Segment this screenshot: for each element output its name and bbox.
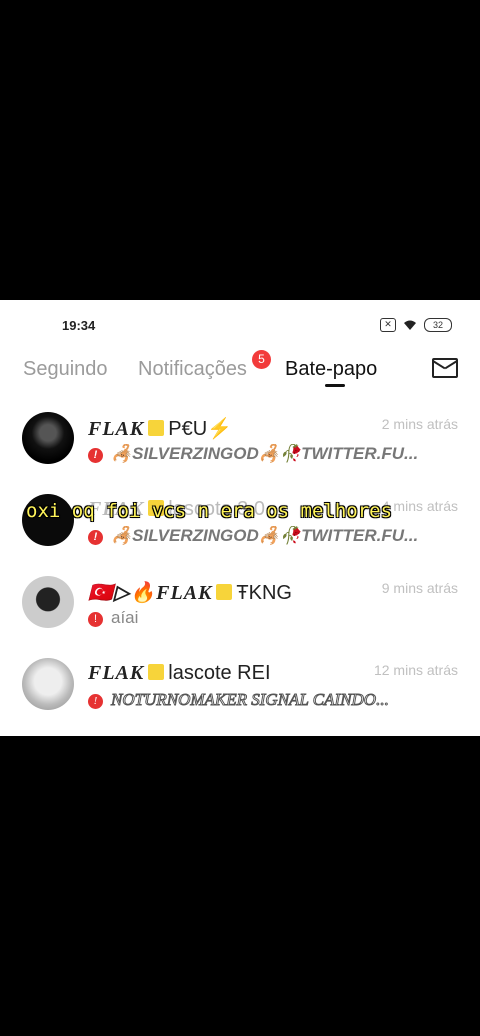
chat-preview: ! NOTURNOMAKER SIGNAL CAINDO... — [88, 690, 458, 710]
video-caption: oxi oq foi vcs n era os melhores — [26, 500, 393, 522]
tab-bate-papo[interactable]: Bate-papo — [285, 358, 377, 381]
chat-time: 12 mins atrás — [373, 662, 458, 678]
chat-preview: ! aíai — [88, 608, 458, 628]
status-icons: ✕ 32 — [380, 318, 452, 332]
active-tab-indicator — [325, 384, 345, 387]
chat-time: 2 mins atrás — [381, 416, 458, 432]
chat-item[interactable]: FLAK lascote REI 12 mins atrás ! NOTURNOMA… — [0, 646, 480, 728]
wifi-icon — [404, 320, 416, 330]
chat-preview: ! 🦂SILVERZINGOD🦂🥀TWITTER.FU... — [88, 526, 458, 546]
app-screen: 19:34 ✕ 32 Seguindo Notificações Bate-pa… — [0, 300, 480, 736]
chat-preview: ! 🦂SILVERZINGOD🦂🥀TWITTER.FU... — [88, 444, 458, 464]
tab-notificacoes[interactable]: Notificações — [138, 358, 247, 381]
flag-icon — [148, 420, 165, 436]
status-time: 19:34 — [62, 318, 96, 333]
chat-list: FLAK P€U⚡ 2 mins atrás ! 🦂SILVERZINGOD🦂🥀TW… — [0, 400, 480, 728]
status-bar: 19:34 ✕ 32 — [0, 318, 480, 338]
chat-name: FLAK lascote REI — [88, 662, 271, 684]
chat-time: 9 mins atrás — [381, 580, 458, 596]
avatar — [22, 412, 74, 464]
chat-name: 🇹🇷▷🔥FLAK ŦKNG — [88, 582, 292, 604]
unread-icon: ! — [88, 530, 103, 545]
unread-icon: ! — [88, 612, 103, 627]
mail-icon[interactable] — [432, 358, 458, 378]
chat-name: FLAK P€U⚡ — [88, 418, 233, 440]
tab-seguindo[interactable]: Seguindo — [23, 358, 108, 381]
flag-icon — [216, 584, 233, 600]
flag-icon — [148, 664, 165, 680]
notification-badge: 5 — [252, 350, 271, 369]
chat-item[interactable]: FLAK P€U⚡ 2 mins atrás ! 🦂SILVERZINGOD🦂🥀TW… — [0, 400, 480, 482]
unread-icon: ! — [88, 694, 103, 709]
chat-item[interactable]: FLAK lascote 3.0 4 mins atrás ! 🦂SILVERZIN… — [0, 482, 480, 564]
unread-icon: ! — [88, 448, 103, 463]
tab-bar: Seguindo Notificações Bate-papo — [0, 352, 480, 392]
battery-icon: 32 — [424, 318, 452, 332]
no-sim-icon: ✕ — [380, 318, 396, 332]
chat-item[interactable]: 🇹🇷▷🔥FLAK ŦKNG 9 mins atrás ! aíai — [0, 564, 480, 646]
avatar — [22, 658, 74, 710]
avatar — [22, 576, 74, 628]
